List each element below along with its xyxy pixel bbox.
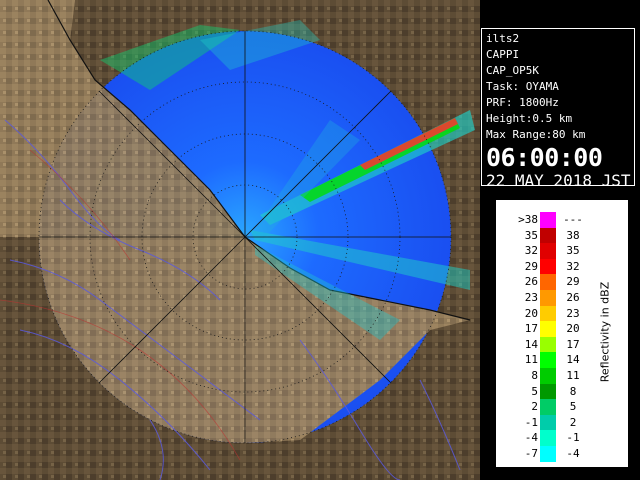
- prf-label: PRF: 1800Hz: [486, 96, 559, 109]
- legend-color-swatch: [540, 383, 556, 400]
- legend-row: 17 20: [498, 321, 598, 338]
- legend-high-value: 11: [566, 369, 580, 382]
- legend-high-value: -4: [566, 447, 580, 460]
- legend-color-swatch: [540, 368, 556, 384]
- legend-color-swatch: [540, 352, 556, 369]
- site-name: ilts2: [486, 32, 520, 45]
- legend-high-value: 35: [566, 244, 580, 258]
- height-label: Height:0.5 km: [486, 112, 573, 125]
- legend-row: -1 2: [498, 414, 598, 431]
- legend-low-value: 2: [531, 400, 538, 414]
- legend-high-value: 14: [566, 353, 580, 367]
- legend-color-swatch: [540, 243, 556, 260]
- legend-low-value: 14: [524, 337, 538, 351]
- legend-high-value: 32: [566, 259, 580, 273]
- legend-color-swatch: [540, 446, 556, 462]
- legend-color-swatch: [540, 227, 556, 244]
- legend-high-value: 29: [566, 275, 580, 289]
- legend-color-swatch: [540, 399, 556, 416]
- legend-low-value: 26: [524, 275, 538, 289]
- product-info-panel: ilts2 CAPPI CAP_OP5K Task: OYAMA PRF: 18…: [481, 28, 635, 190]
- legend-row: 58: [498, 383, 598, 400]
- observation-date: 22 MAY 2018 JST: [486, 171, 631, 190]
- legend-row: 20 23: [498, 305, 598, 322]
- legend-low-value: -4: [524, 431, 538, 445]
- legend-high-value: 8: [569, 384, 577, 398]
- observation-time: 06:00:00: [486, 143, 603, 172]
- legend-low-value: >38: [518, 213, 538, 226]
- legend-row: 25: [498, 399, 598, 416]
- task-label: Task: OYAMA: [486, 80, 559, 93]
- legend-row: -7 -4: [498, 446, 598, 462]
- legend-color-swatch: [540, 274, 556, 291]
- legend-high-value: 5: [569, 400, 577, 414]
- product-name: CAP_OP5K: [486, 64, 539, 77]
- legend-low-value: 29: [524, 259, 538, 273]
- legend-unit-text: Reflectivity in dBZ: [598, 281, 612, 383]
- legend-high-value: 20: [566, 322, 580, 336]
- legend-low-value: 20: [524, 306, 538, 320]
- legend-color-swatch: [540, 336, 556, 353]
- legend-color-swatch: [540, 321, 556, 338]
- legend-low-value: 35: [524, 228, 538, 242]
- radar-display: [0, 0, 480, 480]
- legend-row: 32 35: [498, 243, 598, 260]
- legend-low-value: -7: [524, 447, 538, 460]
- legend-row: 8 11: [498, 368, 598, 384]
- legend-low-value: 32: [524, 244, 538, 258]
- legend-color-swatch: [540, 430, 556, 447]
- legend-low-value: 11: [524, 353, 538, 367]
- legend-low-value: 8: [531, 369, 538, 382]
- product-type: CAPPI: [486, 48, 520, 61]
- legend-color-swatch: [540, 258, 556, 275]
- legend-high-value: 23: [566, 306, 580, 320]
- legend-high-value: -1: [566, 431, 580, 445]
- legend-row: 26 29: [498, 274, 598, 291]
- legend-high-value: 26: [566, 291, 580, 304]
- legend-row: 29 32: [498, 258, 598, 275]
- legend-high-value: 17: [566, 337, 580, 351]
- legend-row: >38 ---: [498, 212, 598, 228]
- legend-low-value: -1: [524, 415, 538, 429]
- max-range-label: Max Range:80 km: [486, 128, 586, 141]
- legend-high-value: ---: [563, 213, 583, 226]
- legend-color-swatch: [540, 290, 556, 306]
- legend-row: -4 -1: [498, 430, 598, 447]
- legend-color-swatch: [540, 414, 556, 431]
- legend-low-value: 5: [531, 384, 538, 398]
- legend-low-value: 17: [524, 322, 538, 336]
- radial-lines: [39, 31, 451, 443]
- legend-high-value: 2: [569, 415, 577, 429]
- legend-color-swatch: [540, 212, 556, 228]
- legend-row: 23 26: [498, 290, 598, 306]
- legend-low-value: 23: [524, 291, 538, 304]
- legend-row: 14 17: [498, 336, 598, 353]
- legend-color-swatch: [540, 305, 556, 322]
- legend-unit-label: Reflectivity in dBZ: [594, 242, 616, 422]
- radar-map-svg: [0, 0, 480, 480]
- legend-row: 11 14: [498, 352, 598, 369]
- legend-high-value: 38: [566, 228, 580, 242]
- reflectivity-legend: >38 --- 35 38 32 35 29 32 26 29 23 26 20 23 17 20 14 17 11…: [496, 200, 628, 467]
- legend-row: 35 38: [498, 227, 598, 244]
